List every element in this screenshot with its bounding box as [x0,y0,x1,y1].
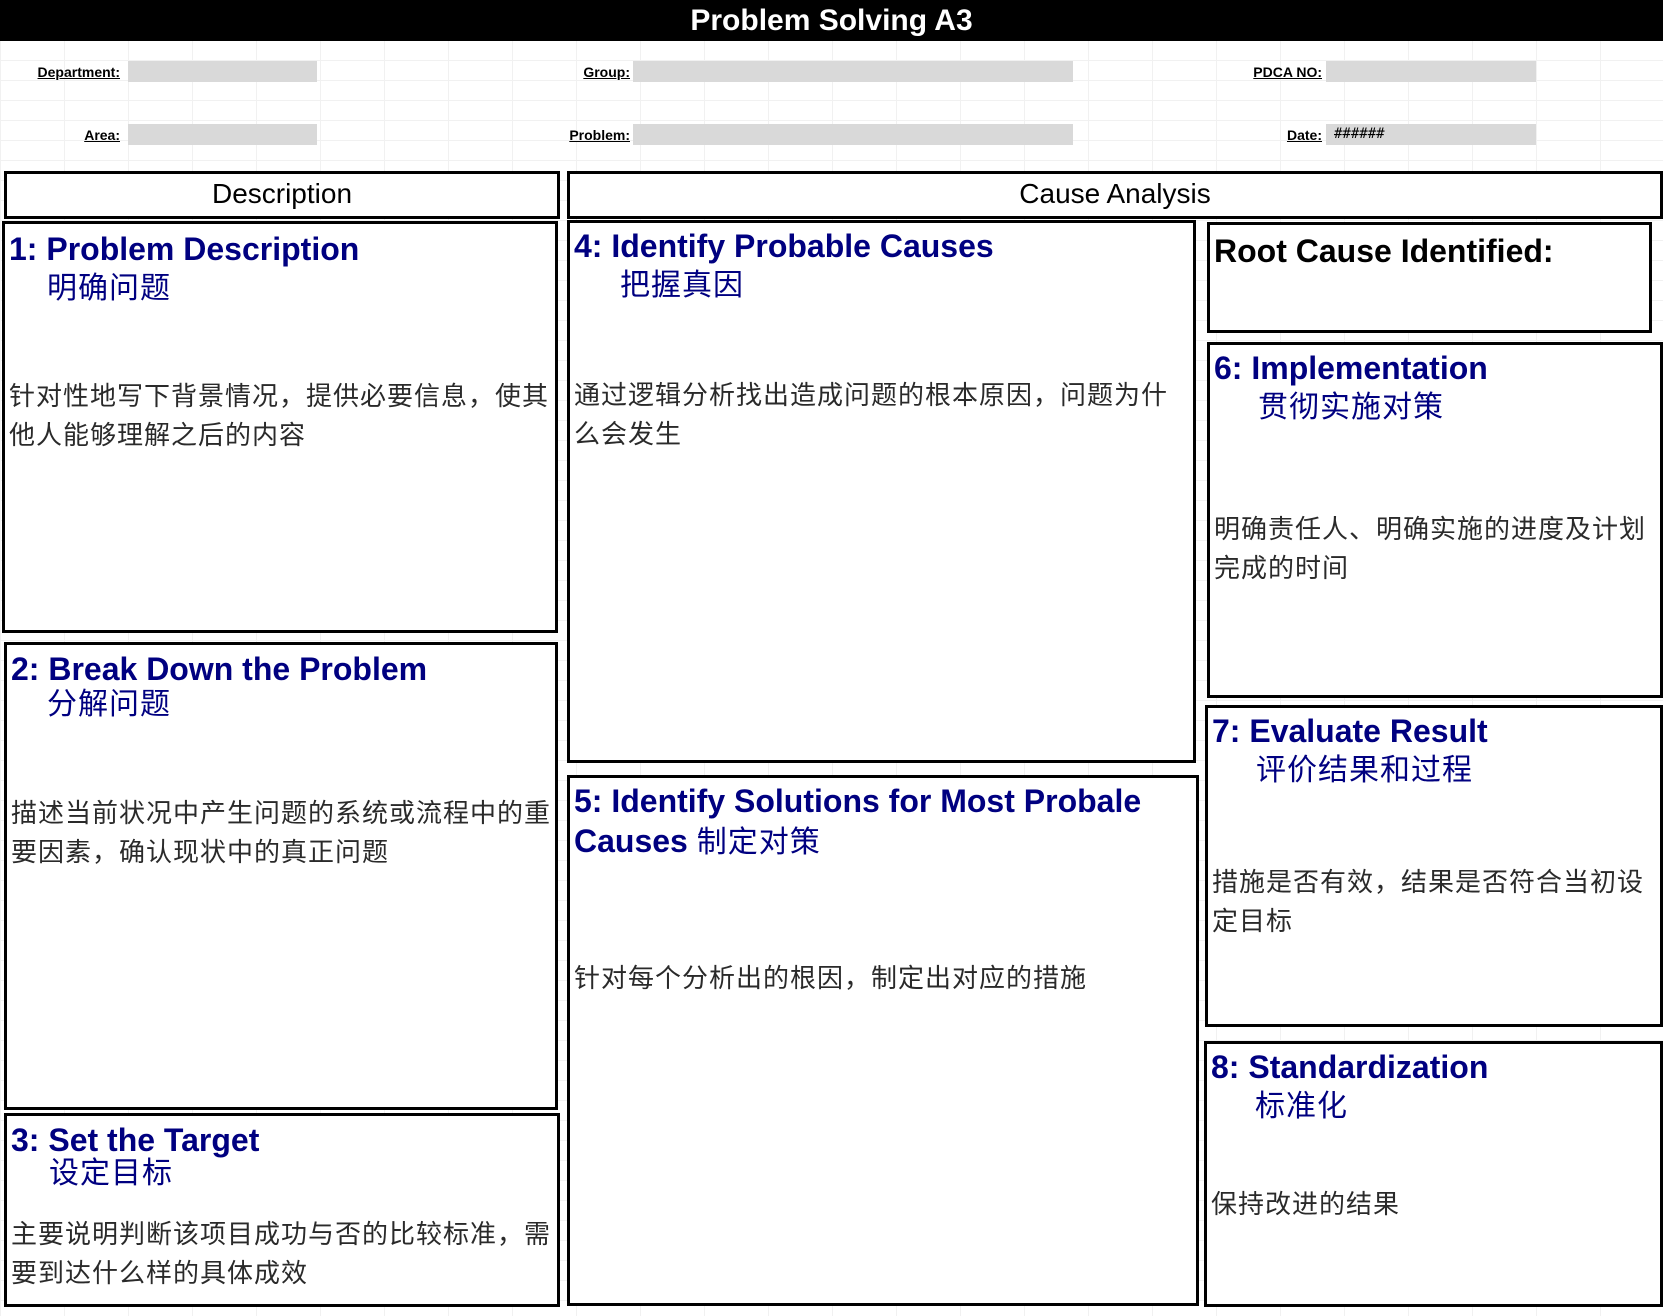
box-instructions: 明确责任人、明确实施的进度及计划完成的时间 [1214,515,1647,584]
problem-description-box[interactable]: 1: Problem Description 明确问题 针对性地写下背景情况，提… [2,221,558,633]
box-subtitle: 制定对策 [696,826,821,859]
pdca-field[interactable] [1326,61,1536,82]
box-title: 8: Standardization [1211,1049,1489,1085]
evaluate-result-box[interactable]: 7: Evaluate Result 评价结果和过程 措施是否有效，结果是否符合… [1205,705,1663,1027]
box-subtitle: 明确问题 [47,272,171,305]
group-label: Group: [583,64,630,80]
pdca-label: PDCA NO: [1253,64,1322,80]
date-field[interactable]: ###### [1326,124,1536,145]
box-instructions: 针对性地写下背景情况，提供必要信息，使其他人能够理解之后的内容 [9,382,550,451]
date-label: Date: [1286,127,1322,143]
root-cause-title: Root Cause Identified: [1214,233,1554,269]
box-title: 5: Identify Solutions for Most Probale C… [574,781,1176,863]
box-subtitle: 标准化 [1255,1090,1348,1123]
box-title: 1: Problem Description [9,231,360,267]
implementation-box[interactable]: 6: Implementation 贯彻实施对策 明确责任人、明确实施的进度及计… [1207,342,1663,698]
problem-field[interactable] [633,124,1073,145]
box-instructions: 针对每个分析出的根因，制定出对应的措施 [574,964,1088,994]
box-instructions: 通过逻辑分析找出造成问题的根本原因，问题为什么会发生 [574,381,1169,450]
problem-label: Problem: [569,127,630,143]
identify-probable-causes-box[interactable]: 4: Identify Probable Causes 把握真因 通过逻辑分析找… [567,220,1196,763]
break-down-problem-box[interactable]: 2: Break Down the Problem 分解问题 描述当前状况中产生… [4,642,558,1110]
box-subtitle: 分解问题 [47,688,171,721]
box-title: 6: Implementation [1214,350,1488,386]
box-title: 2: Break Down the Problem [11,651,428,687]
description-section-header: Description [4,171,560,219]
box-instructions: 描述当前状况中产生问题的系统或流程中的重要因素，确认现状中的真正问题 [11,799,552,868]
standardization-box[interactable]: 8: Standardization 标准化 保持改进的结果 [1204,1041,1663,1307]
root-cause-box[interactable]: Root Cause Identified: [1207,222,1652,333]
department-field[interactable] [128,61,317,82]
cause-analysis-section-header: Cause Analysis [567,171,1663,219]
group-field[interactable] [633,61,1073,82]
box-subtitle: 把握真因 [620,269,744,302]
box-instructions: 保持改进的结果 [1211,1190,1401,1220]
department-label: Department: [37,64,120,80]
box-subtitle: 贯彻实施对策 [1258,391,1444,424]
page-title: Problem Solving A3 [0,0,1663,41]
box-title: 7: Evaluate Result [1212,713,1488,749]
box-title-text: 5: Identify Solutions for Most Probale C… [574,783,1142,859]
box-instructions: 措施是否有效，结果是否符合当初设定目标 [1212,868,1645,937]
area-field[interactable] [128,124,317,145]
box-instructions: 主要说明判断该项目成功与否的比较标准，需要到达什么样的具体成效 [11,1220,552,1289]
set-target-box[interactable]: 3: Set the Target 设定目标 主要说明判断该项目成功与否的比较标… [4,1113,560,1307]
area-label: Area: [84,127,120,143]
box-subtitle: 设定目标 [49,1157,173,1190]
box-subtitle: 评价结果和过程 [1256,754,1473,787]
box-title: 4: Identify Probable Causes [574,228,994,264]
identify-solutions-box[interactable]: 5: Identify Solutions for Most Probale C… [567,775,1199,1306]
